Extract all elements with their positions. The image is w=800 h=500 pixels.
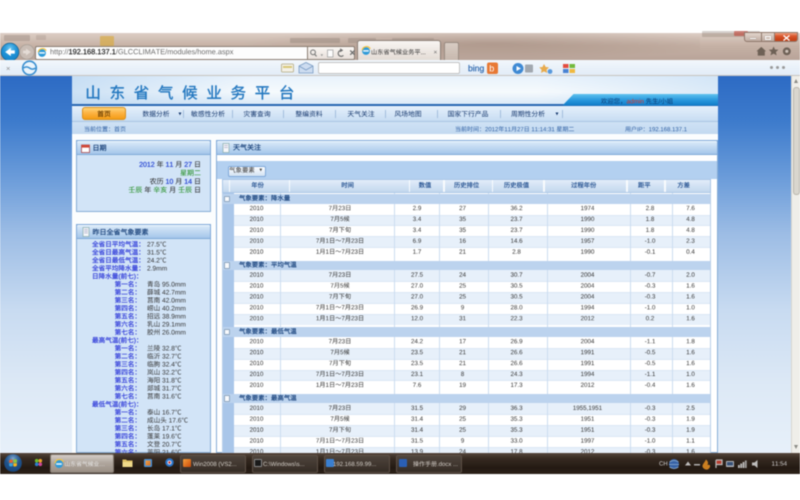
svg-text:b: b <box>489 64 494 74</box>
